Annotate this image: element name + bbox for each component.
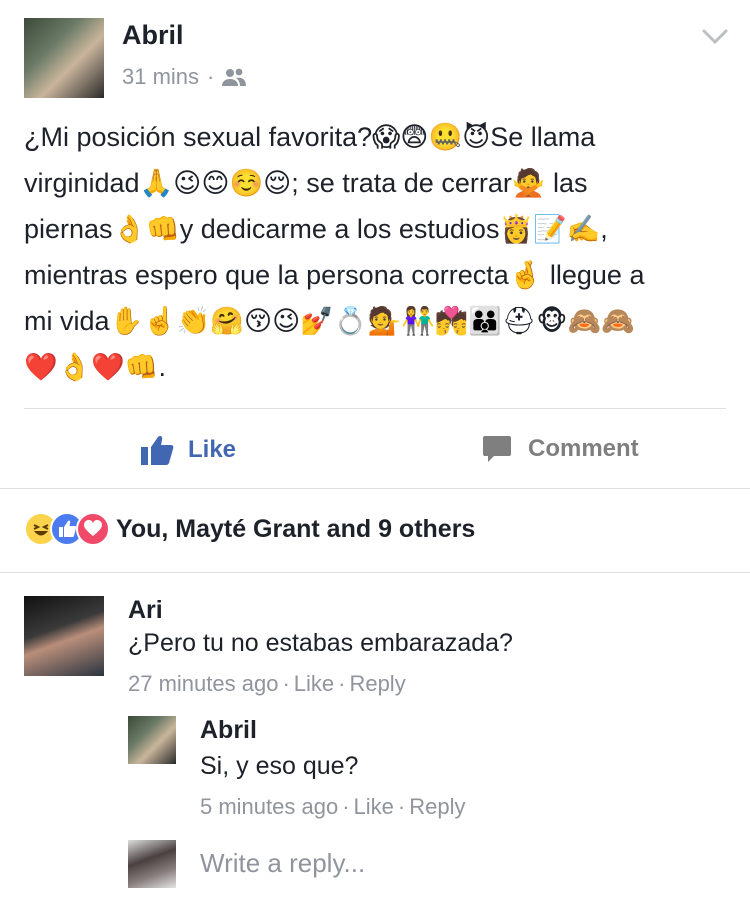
love-reaction-icon (76, 512, 110, 546)
current-user-avatar (128, 840, 176, 888)
author-avatar[interactable] (24, 18, 104, 98)
comment-like-link[interactable]: Like (294, 671, 334, 696)
comment-label: Comment (528, 435, 639, 462)
reply-like-link[interactable]: Like (354, 794, 394, 819)
divider (0, 572, 750, 573)
divider (24, 408, 726, 409)
post-meta: 31 mins · (122, 64, 247, 90)
post-text: ¿Mi posición sexual favorita?😱😨🤐😈Se llam… (24, 114, 726, 390)
thumbs-up-icon (141, 436, 174, 465)
like-button[interactable]: Like (140, 434, 236, 466)
comment-author[interactable]: Ari (128, 596, 163, 625)
reply-time: 5 minutes ago (200, 794, 339, 819)
commenter-avatar[interactable] (24, 596, 104, 676)
reply-text: Si, y eso que? (200, 752, 359, 780)
comment-bubble-icon (483, 436, 511, 462)
reply-meta: 5 minutes ago · Like · Reply (200, 794, 466, 819)
reactions-summary[interactable]: You, Mayté Grant and 9 others (24, 512, 475, 546)
post-header: Abril 31 mins · (0, 0, 750, 110)
like-label: Like (188, 436, 237, 463)
comment-text: ¿Pero tu no estabas embarazada? (128, 629, 513, 657)
reply-author-avatar[interactable] (128, 716, 176, 764)
comment-meta: 27 minutes ago · Like · Reply (128, 671, 406, 696)
divider (0, 488, 750, 489)
reply-reply-link[interactable]: Reply (409, 794, 465, 819)
post-line: piernas👌👊y dedicarme a los estudios👸📝✍️, (24, 214, 608, 244)
reactions-summary-text[interactable]: You, Mayté Grant and 9 others (116, 515, 475, 544)
action-bar: Like Comment (0, 410, 750, 488)
comment-time: 27 minutes ago (128, 671, 279, 696)
post-line: virginidad🙏😉😊☺️😌; se trata de cerrar🙅 la… (24, 168, 588, 198)
reply-author[interactable]: Abril (200, 716, 257, 745)
reply-input[interactable]: Write a reply... (200, 848, 365, 879)
comment: Ari ¿Pero tu no estabas embarazada? 27 m… (24, 596, 726, 706)
post-line: mientras espero que la persona correcta🤞… (24, 260, 645, 290)
comment-button[interactable]: Comment (482, 434, 639, 464)
comment-reply-link[interactable]: Reply (349, 671, 405, 696)
post-author-name[interactable]: Abril (122, 20, 184, 51)
reply: Abril Si, y eso que? 5 minutes ago · Like ·… (128, 716, 726, 826)
post-timestamp[interactable]: 31 mins (122, 64, 199, 90)
chevron-down-icon[interactable] (702, 28, 728, 46)
meta-separator: · (207, 64, 215, 89)
post-line: mi vida✋☝️👏🤗😚😉💅💍💁👫💏👪⛑🐵🙈🙈 (24, 306, 635, 336)
post-line: ❤️👌❤️👊. (24, 352, 166, 382)
friends-icon (222, 68, 247, 86)
post-line: ¿Mi posición sexual favorita?😱😨🤐😈Se llam… (24, 122, 596, 152)
